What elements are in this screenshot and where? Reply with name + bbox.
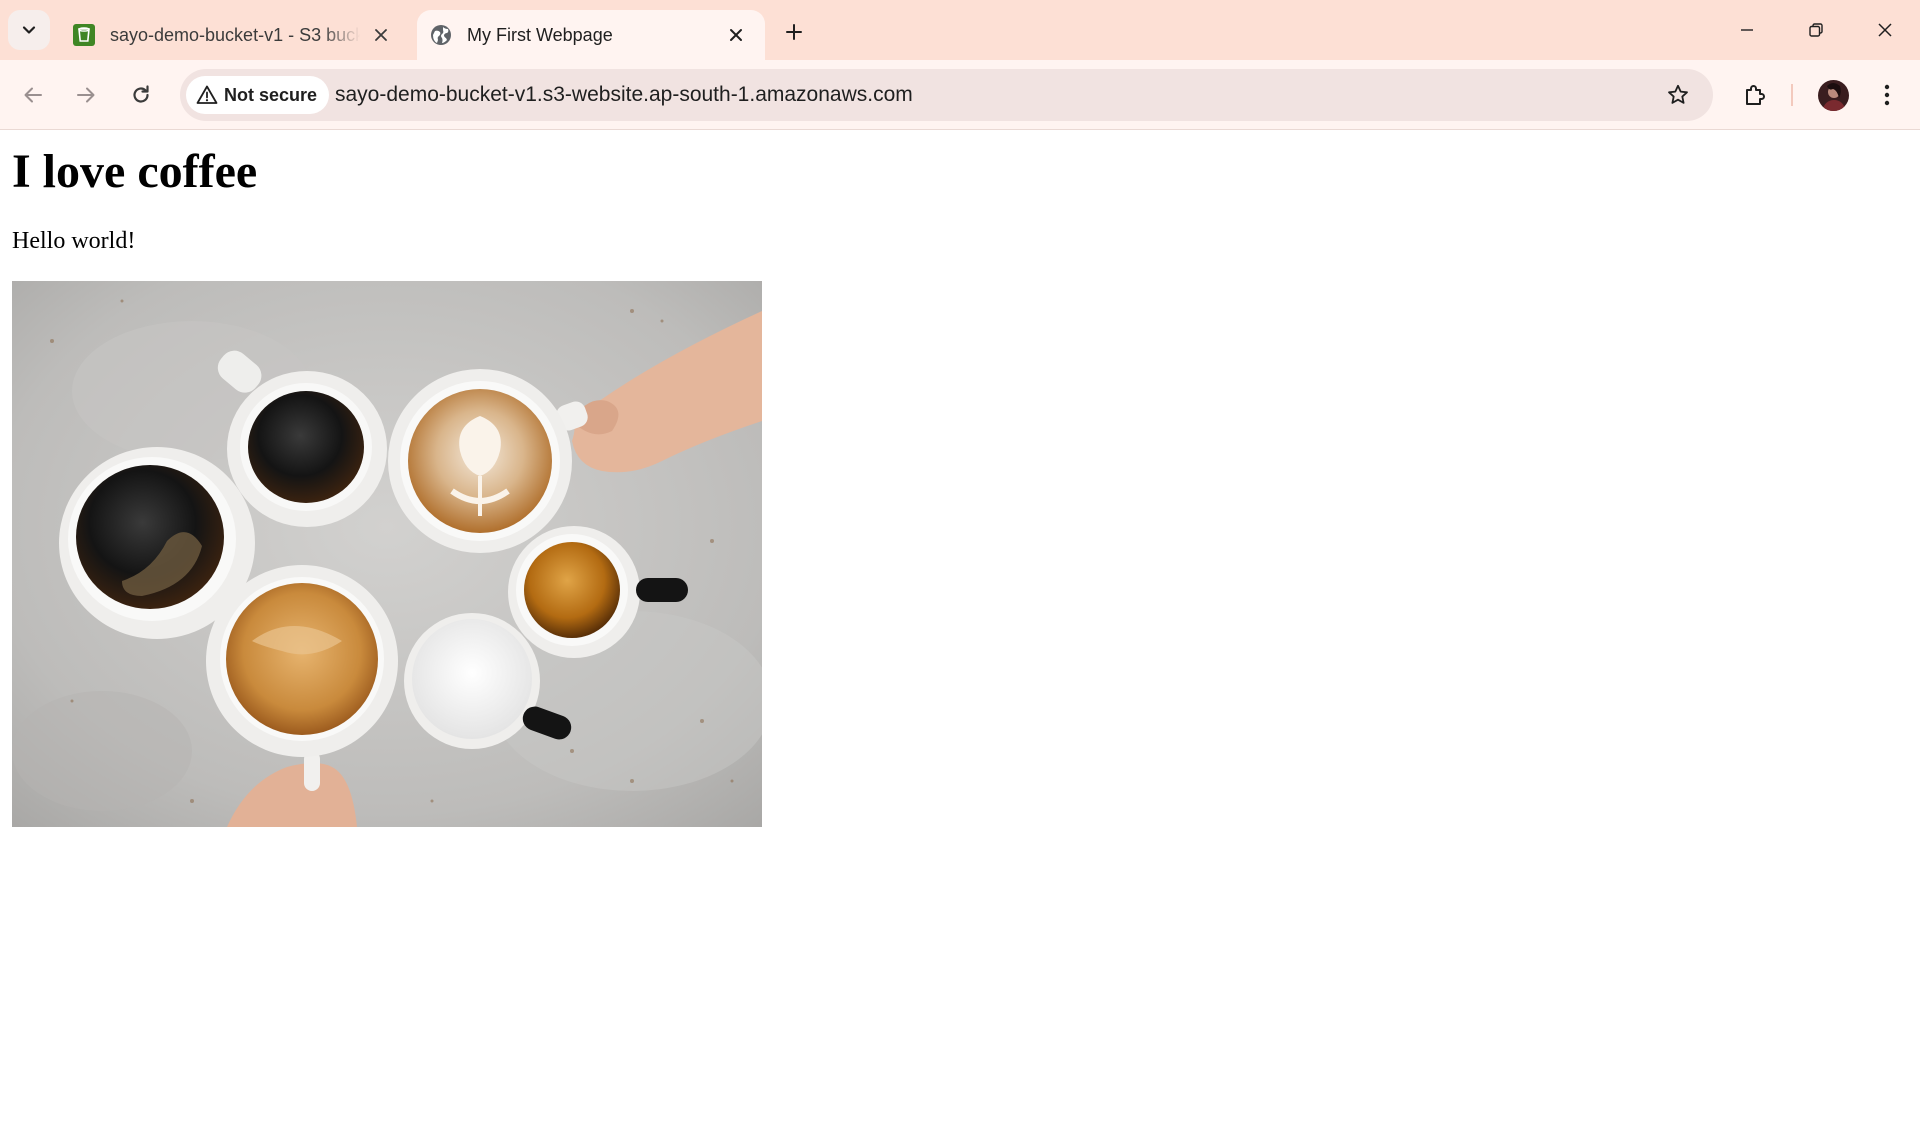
reload-button[interactable]: [121, 75, 161, 115]
tab-search-button[interactable]: [8, 10, 50, 50]
toolbar-divider: [1791, 84, 1793, 106]
new-tab-button[interactable]: [776, 14, 812, 50]
chevron-down-icon: [22, 26, 36, 34]
aws-s3-icon: [73, 24, 95, 46]
restore-button[interactable]: [1791, 10, 1841, 50]
profile-photo-icon: [1818, 80, 1849, 111]
minimize-button[interactable]: [1722, 10, 1772, 50]
more-vertical-icon: [1884, 84, 1890, 106]
coffee-cups-photo: [12, 281, 762, 827]
profile-avatar[interactable]: [1818, 80, 1849, 111]
warning-icon: [196, 85, 218, 104]
close-icon: [730, 29, 742, 41]
close-icon: [1878, 23, 1892, 37]
back-button[interactable]: [13, 75, 53, 115]
tab-title: sayo-demo-bucket-v1 - S3 bucket: [110, 24, 360, 45]
browser-toolbar: Not secure sayo-demo-bucket-v1.s3-websit…: [0, 60, 1920, 130]
web-page-content: I love coffee Hello world!: [0, 131, 1920, 1128]
coffee-photo: [12, 281, 762, 827]
close-window-button[interactable]: [1860, 10, 1910, 50]
puzzle-icon: [1746, 85, 1765, 105]
extensions-button[interactable]: [1735, 75, 1775, 115]
globe-icon: [431, 25, 451, 45]
restore-icon: [1809, 23, 1823, 37]
close-icon: [375, 29, 387, 41]
plus-icon: [786, 24, 802, 40]
minimize-icon: [1741, 29, 1753, 31]
page-paragraph: Hello world!: [12, 228, 136, 254]
reload-icon: [133, 85, 149, 103]
forward-button[interactable]: [66, 75, 106, 115]
security-label: Not secure: [224, 84, 318, 105]
close-tab-button[interactable]: [721, 20, 751, 50]
tab-strip: sayo-demo-bucket-v1 - S3 bucket My First…: [0, 0, 1920, 60]
tab-title: My First Webpage: [467, 24, 613, 45]
arrow-right-icon: [77, 87, 95, 103]
address-bar[interactable]: Not secure sayo-demo-bucket-v1.s3-websit…: [180, 69, 1713, 121]
bookmark-button[interactable]: [1661, 78, 1695, 112]
page-heading: I love coffee: [12, 145, 258, 198]
url-text[interactable]: sayo-demo-bucket-v1.s3-website.ap-south-…: [335, 83, 913, 107]
tab-s3-bucket[interactable]: sayo-demo-bucket-v1 - S3 bucket: [60, 10, 410, 60]
browser-menu-button[interactable]: [1870, 75, 1904, 115]
arrow-left-icon: [24, 87, 42, 103]
tab-my-first-webpage[interactable]: My First Webpage: [417, 10, 765, 60]
close-tab-button[interactable]: [366, 20, 396, 50]
star-icon: [1668, 84, 1688, 104]
site-info-button[interactable]: Not secure: [186, 76, 330, 114]
